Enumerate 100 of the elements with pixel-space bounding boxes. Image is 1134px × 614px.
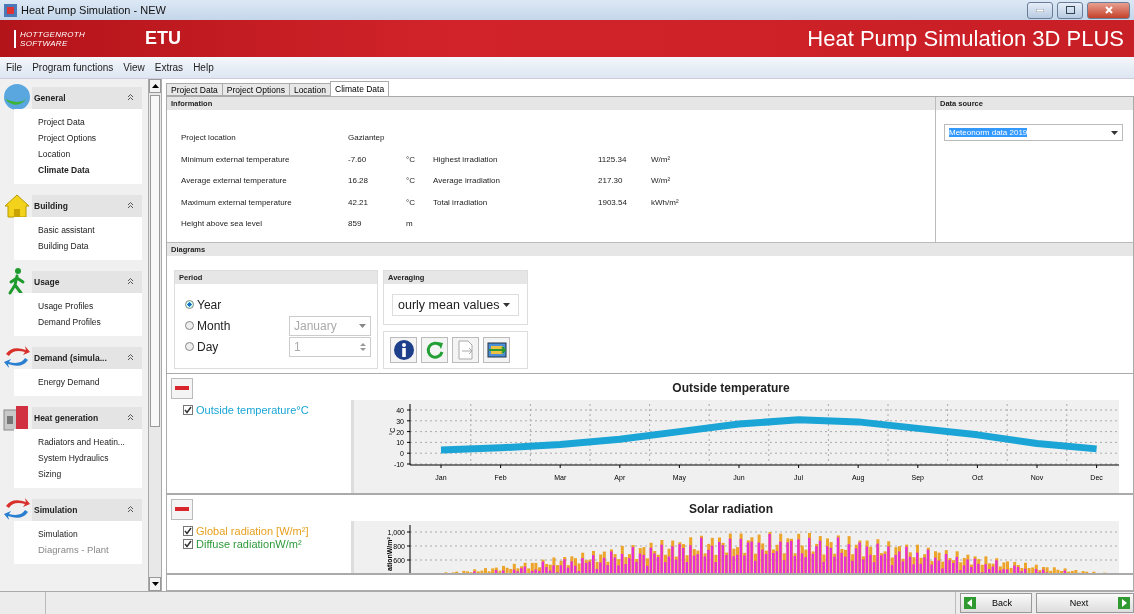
document-arrow-icon (456, 340, 475, 360)
sidebar-item[interactable]: Usage Profiles (38, 298, 142, 314)
minimize-icon (1036, 8, 1044, 12)
sidebar-item[interactable]: Basic assistant (38, 222, 142, 238)
minus-icon (175, 507, 189, 511)
field-label: Height above sea level (181, 219, 263, 229)
sidebar-section-header[interactable]: Demand (simula... (32, 347, 142, 369)
menu-item[interactable]: Help (189, 60, 218, 75)
sidebar-section-header[interactable]: Simulation (32, 499, 142, 521)
menu-item[interactable]: Program functions (28, 60, 118, 75)
back-button[interactable]: Back (960, 593, 1032, 613)
unit-label: °C (406, 176, 416, 186)
chart-title: Solar radiation (688, 502, 774, 516)
tab[interactable]: Project Data (166, 83, 223, 96)
picture-arrows-icon (485, 340, 508, 360)
tab[interactable]: Location (288, 83, 332, 96)
sidebar-item[interactable]: Project Options (38, 130, 142, 146)
field-value: 859 (348, 219, 363, 229)
radio-option[interactable]: Year (185, 297, 289, 312)
product-title: Heat Pump Simulation 3D PLUS (807, 25, 1124, 52)
app-icon (4, 3, 17, 17)
field-value: 1125.34 (598, 154, 628, 164)
field-label: Highest irradiation (433, 154, 499, 164)
tab[interactable]: Project Options (221, 83, 290, 96)
unit-label: W/m² (651, 154, 672, 164)
sidebar-item[interactable]: Energy Demand (38, 374, 142, 390)
company-logo: HOTTGENROTH SOFTWARE (14, 29, 86, 48)
chart-title: Outside temperature (671, 381, 791, 395)
field-value: 1903.54 (598, 197, 628, 207)
unit-label: °C (406, 197, 416, 207)
sidebar-item[interactable]: System Hydraulics (38, 450, 142, 466)
minus-icon (175, 386, 189, 390)
checkbox[interactable] (183, 539, 193, 549)
field-value: Gaziantep (348, 133, 386, 143)
checkbox[interactable] (183, 526, 193, 536)
sidebar-item[interactable]: Demand Profiles (38, 314, 142, 330)
sidebar-section-header[interactable]: Building (32, 195, 142, 217)
sidebar-section-header[interactable]: General (32, 87, 142, 109)
field-label: Maximum external temperature (181, 197, 293, 207)
unit-label: W/m² (651, 176, 672, 186)
sidebar-item[interactable]: Radiators and Heatin... (38, 434, 142, 450)
radio-option[interactable]: Day (185, 339, 289, 354)
fit-view-button[interactable] (483, 337, 510, 363)
sidebar-section-header[interactable]: Heat generation (32, 407, 142, 429)
sidebar-item[interactable]: Climate Data (38, 162, 142, 178)
sidebar-item[interactable]: Location (38, 146, 142, 162)
dropdown-arrow-icon (359, 323, 366, 328)
sidebar-item[interactable]: Simulation (38, 526, 142, 542)
collapse-chevron-icon[interactable] (127, 201, 134, 209)
spinner-arrows-icon (360, 340, 366, 353)
y-axis (406, 403, 411, 466)
field-label: Average external temperature (181, 176, 288, 186)
collapse-button[interactable] (171, 377, 193, 399)
menu-item[interactable]: View (119, 60, 149, 75)
collapse-chevron-icon[interactable] (127, 505, 134, 513)
dropdown-arrow-icon (1111, 130, 1118, 135)
close-icon (1104, 6, 1113, 14)
info-icon (393, 340, 414, 360)
scroll-down-icon (151, 582, 159, 586)
collapse-button[interactable] (171, 498, 193, 520)
sidebar-section-header[interactable]: Usage (32, 271, 142, 293)
collapse-chevron-icon[interactable] (127, 277, 134, 285)
minimize-button[interactable] (1027, 1, 1053, 19)
field-label: Minimum external temperature (181, 154, 291, 164)
field-value: 42.21 (348, 197, 370, 207)
window-title: Heat Pump Simulation - NEW (21, 4, 167, 16)
collapse-chevron-icon[interactable] (127, 93, 134, 101)
unit-label: kWh/m² (651, 197, 680, 207)
info-button[interactable] (390, 337, 417, 363)
radio-option[interactable]: Month (185, 318, 289, 333)
unit-label: m (406, 219, 414, 229)
field-label: Project location (181, 133, 237, 143)
refresh-icon (424, 340, 445, 360)
maximize-icon (1065, 6, 1075, 14)
averaging-dropdown[interactable]: ourly mean values (392, 294, 519, 316)
unit-label: °C (406, 154, 416, 164)
collapse-chevron-icon[interactable] (127, 413, 134, 421)
legend-item[interactable]: Diffuse radiationW/m² (183, 538, 351, 550)
sidebar-item[interactable]: Project Data (38, 114, 142, 130)
y-axis (406, 524, 411, 573)
next-button[interactable]: Next (1036, 593, 1134, 613)
collapse-chevron-icon[interactable] (127, 353, 134, 361)
sidebar-item[interactable]: Sizing (38, 466, 142, 482)
field-label: Average irradiation (433, 176, 501, 186)
menu-item[interactable]: File (2, 60, 27, 75)
maximize-button[interactable] (1057, 1, 1083, 19)
field-label: Total irradiation (433, 197, 489, 207)
field-value: -7.60 (348, 154, 368, 164)
field-value: 217.30 (598, 176, 624, 186)
tab[interactable]: Climate Data (330, 81, 390, 96)
checkbox[interactable] (183, 405, 193, 415)
field-value: 16.28 (348, 176, 370, 186)
dropdown-arrow-icon (503, 303, 511, 307)
scroll-up-icon (151, 84, 159, 88)
menu-item[interactable]: Extras (150, 60, 188, 75)
sidebar-item[interactable]: Building Data (38, 238, 142, 254)
close-button[interactable] (1087, 1, 1130, 19)
globe-icon (2, 82, 32, 112)
scrollbar[interactable] (148, 79, 162, 591)
brand-logo: ETU (145, 28, 183, 49)
